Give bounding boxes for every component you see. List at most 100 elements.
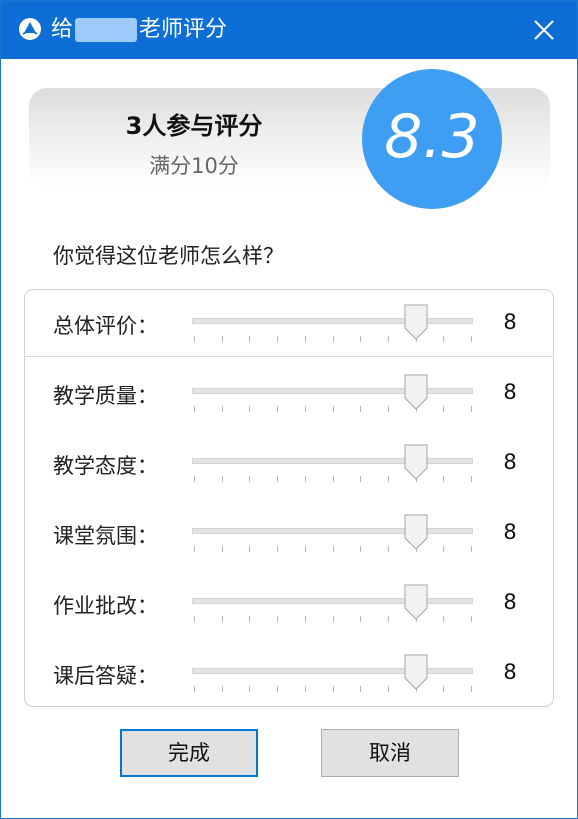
slider-track	[192, 668, 473, 674]
rating-label: 教学质量：	[53, 384, 158, 408]
slider-tick	[222, 336, 223, 342]
rating-value: 8	[503, 660, 517, 684]
slider-track	[192, 388, 473, 394]
average-score: 8.3	[384, 102, 480, 172]
rating-row-homework: 作业批改： 8	[1, 584, 578, 624]
slider-tick	[305, 406, 306, 412]
slider-tick	[249, 406, 250, 412]
max-score-note: 满分10分	[149, 154, 239, 178]
slider-ticks	[192, 686, 473, 693]
slider-tick	[277, 686, 278, 692]
rating-slider-attitude[interactable]	[192, 444, 473, 484]
slider-tick	[305, 616, 306, 622]
rating-label: 作业批改：	[53, 594, 158, 618]
slider-tick	[443, 616, 444, 622]
slider-tick	[471, 546, 472, 552]
slider-tick	[305, 476, 306, 482]
slider-tick	[222, 406, 223, 412]
rating-slider-qa[interactable]	[192, 654, 473, 694]
slider-tick	[471, 336, 472, 342]
close-button[interactable]	[521, 7, 567, 53]
rating-value: 8	[503, 520, 517, 544]
rating-value: 8	[503, 380, 517, 404]
slider-tick	[388, 686, 389, 692]
slider-tick	[333, 546, 334, 552]
slider-tick	[194, 616, 195, 622]
slider-tick	[194, 336, 195, 342]
slider-track	[192, 528, 473, 534]
slider-tick	[333, 616, 334, 622]
rating-slider-overall[interactable]	[192, 304, 473, 344]
title-bar: 给 老师评分	[1, 1, 577, 59]
slider-tick	[471, 476, 472, 482]
rating-slider-quality[interactable]	[192, 374, 473, 414]
slider-tick	[277, 336, 278, 342]
slider-tick	[333, 686, 334, 692]
slider-thumb[interactable]	[404, 514, 428, 550]
slider-tick	[388, 406, 389, 412]
slider-tick	[222, 476, 223, 482]
rating-row-quality: 教学质量： 8	[1, 374, 578, 414]
slider-tick	[333, 406, 334, 412]
slider-thumb[interactable]	[404, 444, 428, 480]
redacted-name	[75, 18, 138, 42]
slider-tick	[443, 546, 444, 552]
slider-tick	[222, 616, 223, 622]
rating-row-overall: 总体评价： 8	[1, 304, 578, 344]
slider-tick	[333, 476, 334, 482]
slider-tick	[249, 546, 250, 552]
slider-tick	[388, 336, 389, 342]
slider-thumb[interactable]	[404, 654, 428, 690]
slider-ticks	[192, 546, 473, 553]
slider-tick	[443, 686, 444, 692]
rating-slider-homework[interactable]	[192, 584, 473, 624]
slider-ticks	[192, 476, 473, 483]
slider-tick	[194, 686, 195, 692]
slider-thumb[interactable]	[404, 374, 428, 410]
app-logo-icon	[19, 18, 41, 40]
cancel-button[interactable]: 取消	[321, 729, 459, 777]
slider-tick	[194, 476, 195, 482]
rating-label: 课堂氛围：	[53, 524, 158, 548]
slider-tick	[360, 546, 361, 552]
rating-dialog: 给 老师评分 3人参与评分 满分10分 8.3 你觉得这位老师怎么样？ 总体评价：…	[0, 0, 578, 819]
slider-tick	[333, 336, 334, 342]
question-text: 你觉得这位老师怎么样？	[53, 244, 284, 268]
title-prefix: 给	[51, 17, 74, 42]
slider-track	[192, 318, 473, 324]
slider-tick	[360, 336, 361, 342]
slider-thumb[interactable]	[404, 304, 428, 340]
slider-tick	[443, 336, 444, 342]
slider-tick	[360, 686, 361, 692]
slider-tick	[194, 406, 195, 412]
rating-row-qa: 课后答疑： 8	[1, 654, 578, 694]
slider-tick	[249, 476, 250, 482]
slider-tick	[277, 476, 278, 482]
rating-value: 8	[503, 450, 517, 474]
slider-tick	[222, 546, 223, 552]
rating-label: 教学态度：	[53, 454, 158, 478]
slider-tick	[277, 406, 278, 412]
rating-row-atmosphere: 课堂氛围： 8	[1, 514, 578, 554]
slider-tick	[388, 616, 389, 622]
panel-divider	[24, 356, 554, 357]
slider-tick	[305, 686, 306, 692]
participants-count: 3人参与评分	[125, 112, 263, 140]
slider-tick	[249, 336, 250, 342]
slider-ticks	[192, 406, 473, 413]
slider-tick	[277, 546, 278, 552]
average-score-badge: 8.3	[362, 69, 502, 209]
slider-track	[192, 458, 473, 464]
rating-slider-atmosphere[interactable]	[192, 514, 473, 554]
close-icon	[534, 20, 554, 40]
slider-tick	[277, 616, 278, 622]
window-title: 给 老师评分	[51, 15, 227, 45]
slider-tick	[222, 686, 223, 692]
confirm-button[interactable]: 完成	[120, 729, 258, 777]
slider-tick	[194, 546, 195, 552]
slider-tick	[388, 476, 389, 482]
slider-tick	[305, 546, 306, 552]
slider-tick	[471, 616, 472, 622]
slider-tick	[305, 336, 306, 342]
slider-thumb[interactable]	[404, 584, 428, 620]
